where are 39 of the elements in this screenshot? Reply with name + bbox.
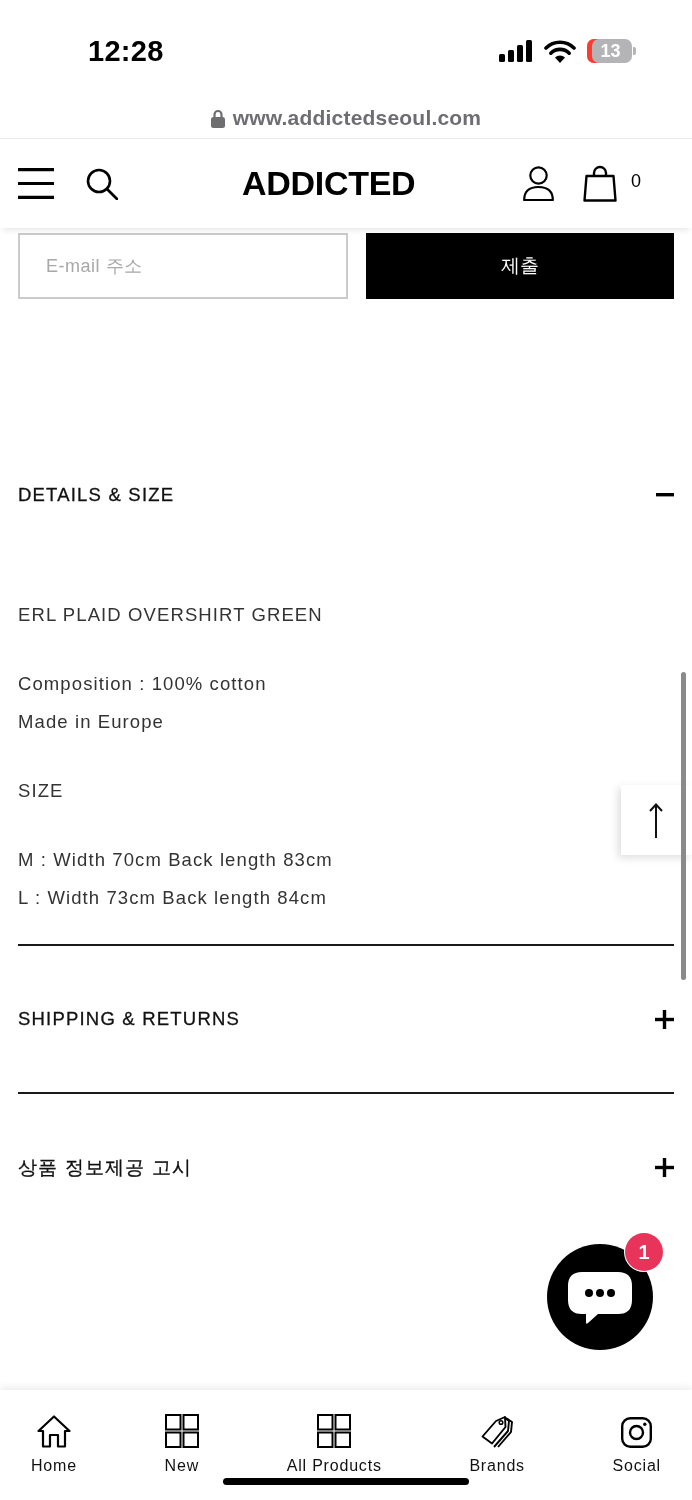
scroll-top-button[interactable] bbox=[621, 785, 692, 855]
detail-text: M : Width 70cm Back length 83cm bbox=[18, 848, 334, 872]
status-time: 12:28 bbox=[88, 34, 164, 68]
detail-text: L : Width 73cm Back length 84cm bbox=[18, 886, 328, 910]
lock-icon bbox=[210, 108, 225, 128]
battery-indicator: 13 bbox=[587, 39, 636, 63]
home-icon bbox=[36, 1415, 71, 1448]
menu-button[interactable] bbox=[18, 168, 54, 199]
arrow-up-icon bbox=[648, 802, 663, 838]
nav-item[interactable]: Brands bbox=[469, 1412, 525, 1476]
wifi-icon bbox=[544, 39, 576, 63]
notification-badge: 1 bbox=[625, 1233, 663, 1271]
nav-item[interactable]: All Products bbox=[286, 1412, 382, 1476]
price-tags-icon bbox=[480, 1415, 514, 1448]
cart-button[interactable] bbox=[583, 165, 617, 202]
url-text[interactable]: www.addictedseoul.com bbox=[232, 106, 482, 130]
grid-icon bbox=[317, 1414, 352, 1448]
shopping-bag-icon bbox=[583, 165, 617, 202]
nav-item[interactable]: Social bbox=[612, 1412, 661, 1476]
grid-icon bbox=[164, 1414, 199, 1448]
nav-item[interactable]: Home bbox=[31, 1412, 77, 1476]
detail-text: Made in Europe bbox=[18, 710, 165, 734]
accordion-header[interactable]: SHIPPING & RETURNS bbox=[18, 946, 674, 1092]
menu-icon bbox=[18, 168, 54, 199]
signal-icon bbox=[499, 40, 533, 62]
search-button[interactable] bbox=[86, 167, 118, 200]
search-icon bbox=[86, 167, 118, 200]
detail-text: Composition : 100% cotton bbox=[18, 672, 268, 696]
camera-icon bbox=[621, 1417, 653, 1448]
account-button[interactable] bbox=[523, 166, 554, 201]
detail-text: SIZE bbox=[18, 779, 65, 803]
email-field[interactable]: E-mail 주소 bbox=[18, 233, 348, 299]
user-icon bbox=[523, 166, 554, 201]
detail-text: ERL PLAID OVERSHIRT GREEN bbox=[18, 603, 324, 627]
cart-count: 0 bbox=[631, 171, 641, 192]
nav-item[interactable]: New bbox=[164, 1412, 199, 1476]
submit-button[interactable]: 제출 bbox=[366, 233, 674, 299]
site-logo[interactable]: ADDICTED bbox=[242, 164, 416, 203]
accordion-header[interactable]: DETAILS & SIZE bbox=[18, 422, 674, 568]
